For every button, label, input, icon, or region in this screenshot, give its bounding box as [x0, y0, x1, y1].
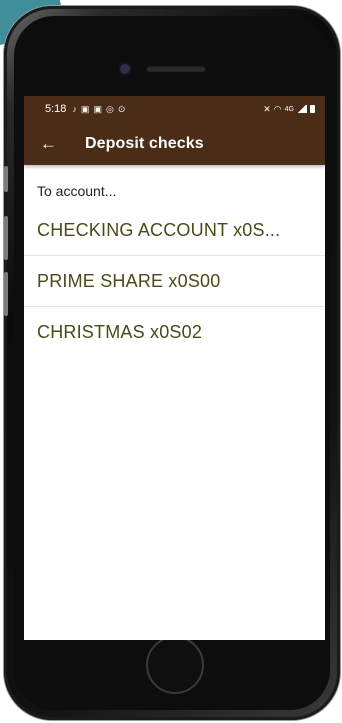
app-bar: ← Deposit checks — [24, 122, 325, 165]
page-title: Deposit checks — [85, 134, 204, 152]
battery-icon — [310, 105, 315, 113]
volume-up-button — [4, 216, 8, 260]
account-item-christmas[interactable]: CHRISTMAS x0S02 — [24, 307, 325, 358]
mute-icon: ✕ — [263, 103, 271, 114]
record-icon: ⊙ — [117, 103, 126, 114]
lte-icon: 4G — [284, 105, 294, 113]
status-time: 5:18 — [45, 103, 67, 115]
wifi-icon: ◠ — [273, 103, 282, 114]
status-bar: 5:18 ♪ ▣ ▣ ◎ ⊙ ✕ ◠ 4G — [24, 96, 325, 122]
tiktok-icon: ♪ — [72, 104, 77, 114]
account-name: CHECKING ACCOUNT x0S... — [37, 219, 281, 240]
signal-icon — [297, 105, 307, 113]
notification-icons: ♪ ▣ ▣ ◎ ⊙ — [72, 104, 125, 115]
section-label: To account... — [37, 183, 117, 199]
phone-screen: 5:18 ♪ ▣ ▣ ◎ ⊙ ✕ ◠ 4G ← Deposit checks T… — [24, 96, 325, 640]
account-name: PRIME SHARE x0S00 — [37, 270, 221, 291]
system-icons: ✕ ◠ 4G — [263, 104, 315, 115]
account-list: CHECKING ACCOUNT x0S... PRIME SHARE x0S0… — [24, 205, 325, 358]
main-content: To account... CHECKING ACCOUNT x0S... PR… — [24, 165, 325, 358]
account-item-checking[interactable]: CHECKING ACCOUNT x0S... — [24, 205, 325, 256]
teams-icon: ▣ — [93, 103, 102, 114]
home-button[interactable] — [146, 636, 204, 694]
arrow-left-icon[interactable]: ← — [40, 135, 60, 152]
teams-icon: ▣ — [80, 103, 90, 114]
account-name: CHRISTMAS x0S02 — [37, 322, 203, 342]
front-camera — [120, 64, 130, 74]
account-item-prime-share[interactable]: PRIME SHARE x0S00 — [24, 256, 325, 307]
mute-switch — [4, 166, 8, 192]
instagram-icon: ◎ — [105, 103, 114, 114]
volume-down-button — [4, 272, 8, 316]
earpiece-speaker — [146, 65, 206, 72]
